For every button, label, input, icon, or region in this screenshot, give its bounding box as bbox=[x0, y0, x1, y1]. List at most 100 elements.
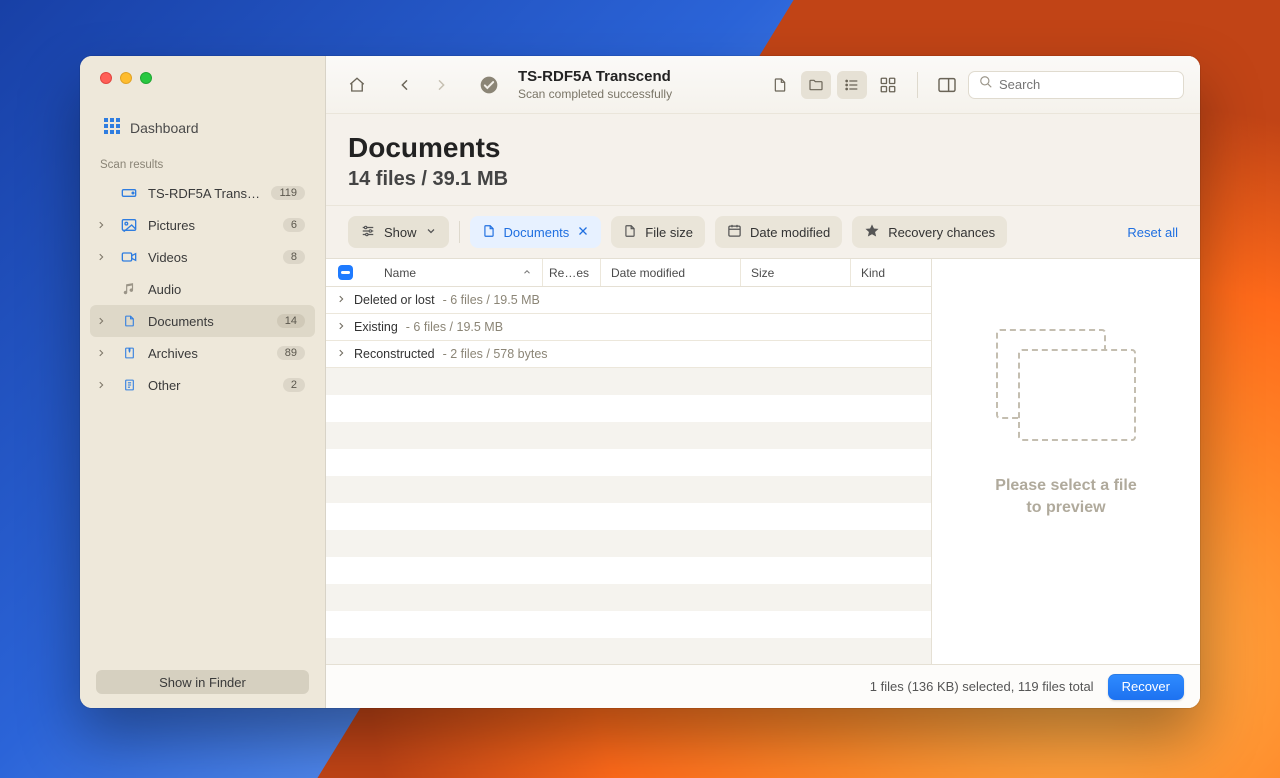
video-icon bbox=[120, 250, 138, 264]
search-field[interactable] bbox=[968, 71, 1184, 99]
sort-asc-icon bbox=[522, 266, 532, 280]
sidebar-dashboard[interactable]: Dashboard bbox=[80, 108, 325, 151]
column-recovery[interactable]: Re…es bbox=[543, 259, 601, 286]
sidebar-item-label: Pictures bbox=[148, 218, 273, 233]
sidebar-section-label: Scan results bbox=[80, 151, 325, 177]
title-block: TS-RDF5A Transcend Scan completed succes… bbox=[518, 68, 672, 101]
chevron-right-icon bbox=[336, 293, 346, 307]
dashboard-label: Dashboard bbox=[130, 120, 199, 136]
content-body: Name Re…es Date modified Size Kind Delet… bbox=[326, 259, 1200, 664]
filter-chip-filesize-label: File size bbox=[645, 225, 693, 240]
scan-status-icon bbox=[474, 71, 504, 99]
page-title: Documents bbox=[348, 132, 1178, 164]
filter-chip-filesize[interactable]: File size bbox=[611, 216, 705, 248]
filter-chip-chances[interactable]: Recovery chances bbox=[852, 216, 1007, 248]
main-area: TS-RDF5A Transcend Scan completed succes… bbox=[326, 56, 1200, 708]
chevron-right-icon bbox=[96, 314, 110, 329]
column-date-label: Date modified bbox=[611, 266, 685, 280]
view-grid-icon[interactable] bbox=[873, 71, 903, 99]
group-name: Deleted or lost bbox=[354, 293, 435, 307]
view-list-icon[interactable] bbox=[837, 71, 867, 99]
preview-pane: Please select a file to preview bbox=[932, 259, 1200, 664]
forward-button[interactable] bbox=[426, 71, 456, 99]
preview-placeholder-text: Please select a file to preview bbox=[995, 475, 1136, 518]
view-file-icon[interactable] bbox=[765, 71, 795, 99]
archive-icon bbox=[120, 345, 138, 361]
sidebar-item-label: TS-RDF5A Transc… bbox=[148, 186, 261, 201]
filter-chip-documents-label: Documents bbox=[504, 225, 570, 240]
show-in-finder-button[interactable]: Show in Finder bbox=[96, 670, 309, 694]
column-recovery-label: Re…es bbox=[549, 266, 589, 280]
column-checkbox[interactable] bbox=[326, 259, 364, 286]
home-button[interactable] bbox=[342, 71, 372, 99]
chevron-right-icon bbox=[96, 218, 110, 233]
group-name: Existing bbox=[354, 320, 398, 334]
toolbar: TS-RDF5A Transcend Scan completed succes… bbox=[326, 56, 1200, 114]
close-window-button[interactable] bbox=[100, 72, 112, 84]
sidebar-item-videos[interactable]: Videos 8 bbox=[90, 241, 315, 273]
count-badge: 2 bbox=[283, 378, 305, 392]
drive-icon bbox=[120, 187, 138, 199]
sidebar-item-label: Archives bbox=[148, 346, 267, 361]
chevron-right-icon bbox=[336, 347, 346, 361]
count-badge: 14 bbox=[277, 314, 305, 328]
other-icon bbox=[120, 377, 138, 393]
chevron-down-icon bbox=[425, 225, 437, 240]
sidebar-item-label: Videos bbox=[148, 250, 273, 265]
table-header: Name Re…es Date modified Size Kind bbox=[326, 259, 931, 287]
reset-filters-link[interactable]: Reset all bbox=[1127, 225, 1178, 240]
table-group-row[interactable]: Reconstructed - 2 files / 578 bytes bbox=[326, 341, 931, 368]
column-kind[interactable]: Kind bbox=[851, 259, 931, 286]
selection-status: 1 files (136 KB) selected, 119 files tot… bbox=[870, 679, 1094, 694]
column-date[interactable]: Date modified bbox=[601, 259, 741, 286]
column-size-label: Size bbox=[751, 266, 774, 280]
footer-bar: 1 files (136 KB) selected, 119 files tot… bbox=[326, 664, 1200, 708]
sidebar-item-other[interactable]: Other2 bbox=[90, 369, 315, 401]
content-heading: Documents 14 files / 39.1 MB bbox=[326, 114, 1200, 206]
table-group-row[interactable]: Existing - 6 files / 19.5 MB bbox=[326, 314, 931, 341]
grid-icon bbox=[104, 118, 120, 137]
sidebar-item-archives[interactable]: Archives89 bbox=[90, 337, 315, 369]
checkbox-mixed-icon bbox=[338, 265, 353, 280]
desktop-background: Dashboard Scan results TS-RDF5A Transc… 1… bbox=[0, 0, 1280, 778]
zoom-window-button[interactable] bbox=[140, 72, 152, 84]
sidebar-item-label: Documents bbox=[148, 314, 267, 329]
chevron-right-icon bbox=[336, 320, 346, 334]
filter-bar: Show Documents bbox=[326, 206, 1200, 259]
sidebar-item-pictures[interactable]: Pictures6 bbox=[90, 209, 315, 241]
filter-separator bbox=[459, 221, 460, 243]
close-icon[interactable] bbox=[577, 225, 589, 240]
sidebar-item-documents[interactable]: Documents 14 bbox=[90, 305, 315, 337]
table-group-row[interactable]: Deleted or lost - 6 files / 19.5 MB bbox=[326, 287, 931, 314]
sidebar: Dashboard Scan results TS-RDF5A Transc… 1… bbox=[80, 56, 326, 708]
preview-line2: to preview bbox=[995, 497, 1136, 519]
filter-chip-chances-label: Recovery chances bbox=[888, 225, 995, 240]
column-size[interactable]: Size bbox=[741, 259, 851, 286]
count-badge: 8 bbox=[283, 250, 305, 264]
filter-show-label: Show bbox=[384, 225, 417, 240]
view-folder-icon[interactable] bbox=[801, 71, 831, 99]
minimize-window-button[interactable] bbox=[120, 72, 132, 84]
calendar-icon bbox=[727, 223, 742, 241]
count-badge: 119 bbox=[271, 186, 305, 200]
sidebar-item-ts-rdf5a-transc-[interactable]: TS-RDF5A Transc… 119 bbox=[90, 177, 315, 209]
file-table: Name Re…es Date modified Size Kind Delet… bbox=[326, 259, 932, 664]
back-button[interactable] bbox=[390, 71, 420, 99]
window-controls bbox=[80, 56, 325, 108]
recover-button[interactable]: Recover bbox=[1108, 674, 1184, 700]
audio-icon bbox=[120, 281, 138, 297]
group-stats: - 2 files / 578 bytes bbox=[443, 347, 548, 361]
table-rows[interactable]: Deleted or lost - 6 files / 19.5 MBExist… bbox=[326, 287, 931, 664]
search-input[interactable] bbox=[999, 77, 1175, 92]
sliders-icon bbox=[360, 224, 376, 241]
filter-show-dropdown[interactable]: Show bbox=[348, 216, 449, 248]
column-name[interactable]: Name bbox=[364, 259, 543, 286]
toggle-preview-pane-button[interactable] bbox=[932, 71, 962, 99]
sidebar-item-label: Audio bbox=[148, 282, 305, 297]
sidebar-item-audio[interactable]: Audio bbox=[90, 273, 315, 305]
filter-chip-documents[interactable]: Documents bbox=[470, 216, 602, 248]
search-icon bbox=[979, 75, 993, 94]
group-stats: - 6 files / 19.5 MB bbox=[406, 320, 503, 334]
sidebar-list: TS-RDF5A Transc… 119 Pictures6 Videos 8 Audio… bbox=[80, 177, 325, 401]
filter-chip-date[interactable]: Date modified bbox=[715, 216, 842, 248]
